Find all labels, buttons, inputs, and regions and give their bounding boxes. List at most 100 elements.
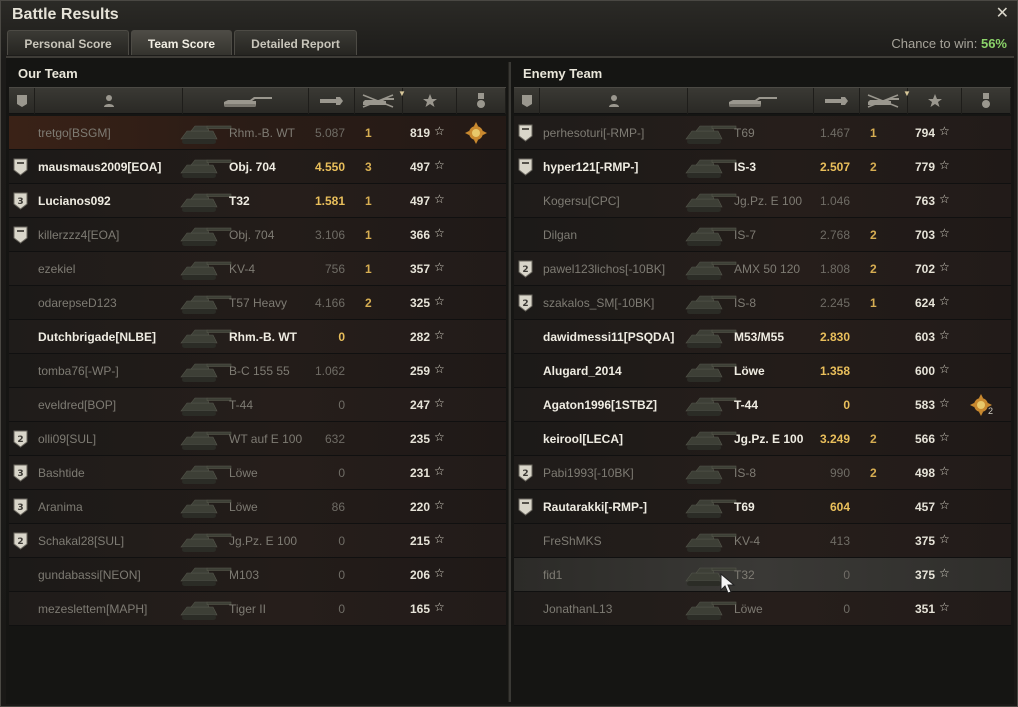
player-name[interactable]: killerzzz4[EOA] xyxy=(38,228,119,242)
player-row[interactable]: tretgo[BSGM] Rhm.-B. WT 5.087 1 819 ☆ xyxy=(9,116,506,150)
player-name[interactable]: eveldred[BOP] xyxy=(38,398,116,412)
rank-badge-icon: 3 xyxy=(13,498,28,516)
damage-icon xyxy=(824,95,849,107)
player-row[interactable]: mausmaus2009[EOA] Obj. 704 4.550 3 497 ☆ xyxy=(9,150,506,184)
player-name[interactable]: Schakal28[SUL] xyxy=(38,534,124,548)
damage-value: 0 xyxy=(338,398,345,412)
player-name[interactable]: szakalos_SM[-10BK] xyxy=(543,296,654,310)
player-name[interactable]: Agaton1996[1STBZ] xyxy=(543,398,657,412)
player-row[interactable]: Dilgan IS-7 2.768 2 703 ☆ xyxy=(514,218,1011,252)
tab-detailed-report[interactable]: Detailed Report xyxy=(234,30,357,55)
player-name[interactable]: tomba76[-WP-] xyxy=(38,364,119,378)
player-row[interactable]: Rautarakki[-RMP-] T69 604 457 ☆ xyxy=(514,490,1011,524)
column-header-vehicle[interactable] xyxy=(183,88,309,114)
our-team-rows: tretgo[BSGM] Rhm.-B. WT 5.087 1 819 ☆ mausmaus… xyxy=(9,116,506,626)
column-header-damage[interactable] xyxy=(309,88,355,114)
player-row[interactable]: FreShMKS KV-4 413 375 ☆ xyxy=(514,524,1011,558)
column-header-score[interactable] xyxy=(403,88,457,114)
player-name[interactable]: ezekiel xyxy=(38,262,75,276)
player-name[interactable]: fid1 xyxy=(543,568,562,582)
tab-team-score[interactable]: Team Score xyxy=(131,30,232,55)
player-row[interactable]: hyper121[-RMP-] IS-3 2.507 2 779 ☆ xyxy=(514,150,1011,184)
player-row[interactable]: Agaton1996[1STBZ] T-44 0 583 ☆ 2 xyxy=(514,388,1011,422)
column-header-kills[interactable] xyxy=(355,88,403,114)
player-name[interactable]: FreShMKS xyxy=(543,534,602,548)
player-name[interactable]: perhesoturi[-RMP-] xyxy=(543,126,644,140)
player-name[interactable]: dawidmessi11[PSQDA] xyxy=(543,330,674,344)
enemy-team-header: ▼ xyxy=(514,87,1011,114)
player-name[interactable]: olli09[SUL] xyxy=(38,432,96,446)
medal-icon[interactable] xyxy=(464,121,488,145)
star-icon: ☆ xyxy=(939,260,950,274)
player-name[interactable]: Kogersu[CPC] xyxy=(543,194,620,208)
player-row[interactable]: 2 szakalos_SM[-10BK] IS-8 2.245 1 624 ☆ xyxy=(514,286,1011,320)
damage-value: 0 xyxy=(843,602,850,616)
damage-value: 2.830 xyxy=(819,330,850,344)
player-name[interactable]: hyper121[-RMP-] xyxy=(543,160,638,174)
score-value: 325 xyxy=(409,296,430,310)
player-name[interactable]: Lucianos092 xyxy=(38,194,111,208)
player-name[interactable]: Aranima xyxy=(38,500,83,514)
medal-count: 2 xyxy=(988,406,994,416)
player-name[interactable]: odarepseD123 xyxy=(38,296,117,310)
column-header-kills[interactable] xyxy=(860,88,908,114)
damage-value: 990 xyxy=(829,466,850,480)
player-row[interactable]: Dutchbrigade[NLBE] Rhm.-B. WT 0 282 ☆ xyxy=(9,320,506,354)
player-name[interactable]: Rautarakki[-RMP-] xyxy=(543,500,647,514)
column-header-damage[interactable] xyxy=(814,88,860,114)
damage-value: 756 xyxy=(324,262,345,276)
player-row[interactable]: Kogersu[CPC] Jg.Pz. E 100 1.046 763 ☆ xyxy=(514,184,1011,218)
player-name[interactable]: Alugard_2014 xyxy=(543,364,622,378)
tab-personal-score[interactable]: Personal Score xyxy=(7,30,129,55)
player-row[interactable]: JonathanL13 Löwe 0 351 ☆ xyxy=(514,592,1011,626)
player-row[interactable]: eveldred[BOP] T-44 0 247 ☆ xyxy=(9,388,506,422)
player-name[interactable]: Dilgan xyxy=(543,228,577,242)
player-name[interactable]: gundabassi[NEON] xyxy=(38,568,141,582)
player-row[interactable]: 2 Pabi1993[-10BK] IS-8 990 2 498 ☆ xyxy=(514,456,1011,490)
player-row[interactable]: gundabassi[NEON] M103 0 206 ☆ xyxy=(9,558,506,592)
chance-label: Chance to win: xyxy=(891,36,978,51)
player-name[interactable]: JonathanL13 xyxy=(543,602,612,616)
player-name[interactable]: pawel123lichos[-10BK] xyxy=(543,262,665,276)
column-header-medal[interactable] xyxy=(962,88,1011,114)
player-name[interactable]: Dutchbrigade[NLBE] xyxy=(38,330,156,344)
column-header-rank[interactable] xyxy=(9,88,35,114)
player-row[interactable]: tomba76[-WP-] B-C 155 55 1.062 259 ☆ xyxy=(9,354,506,388)
player-row[interactable]: 2 olli09[SUL] WT auf E 100 632 235 ☆ xyxy=(9,422,506,456)
player-row[interactable]: perhesoturi[-RMP-] T69 1.467 1 794 ☆ xyxy=(514,116,1011,150)
player-name[interactable]: keirool[LECA] xyxy=(543,432,623,446)
kills-value: 2 xyxy=(870,160,877,174)
player-name[interactable]: Bashtide xyxy=(38,466,85,480)
player-row[interactable]: 2 pawel123lichos[-10BK] AMX 50 120 1.808 2 70… xyxy=(514,252,1011,286)
vehicle-name: B-C 155 55 xyxy=(229,364,290,378)
player-name[interactable]: mezeslettem[MAPH] xyxy=(38,602,147,616)
player-row[interactable]: 2 Schakal28[SUL] Jg.Pz. E 100 0 215 ☆ xyxy=(9,524,506,558)
player-row[interactable]: 3 Aranima Löwe 86 220 ☆ xyxy=(9,490,506,524)
column-header-rank[interactable] xyxy=(514,88,540,114)
score-value: 282 xyxy=(409,330,430,344)
player-name[interactable]: Pabi1993[-10BK] xyxy=(543,466,634,480)
player-row[interactable]: ezekiel KV-4 756 1 357 ☆ xyxy=(9,252,506,286)
player-name[interactable]: tretgo[BSGM] xyxy=(38,126,111,140)
column-header-medal[interactable] xyxy=(457,88,506,114)
kills-value: 1 xyxy=(365,228,372,242)
column-header-score[interactable] xyxy=(908,88,962,114)
close-icon[interactable]: ✕ xyxy=(996,4,1009,24)
player-row[interactable]: Alugard_2014 Löwe 1.358 600 ☆ xyxy=(514,354,1011,388)
player-row[interactable]: dawidmessi11[PSQDA] M53/M55 2.830 603 ☆ xyxy=(514,320,1011,354)
player-row[interactable]: 3 Bashtide Löwe 0 231 ☆ xyxy=(9,456,506,490)
player-row[interactable]: odarepseD123 T57 Heavy 4.166 2 325 ☆ xyxy=(9,286,506,320)
score-value: 457 xyxy=(914,500,935,514)
star-icon: ☆ xyxy=(434,566,445,580)
player-row[interactable]: mezeslettem[MAPH] Tiger II 0 165 ☆ xyxy=(9,592,506,626)
column-header-player[interactable] xyxy=(540,88,688,114)
column-header-vehicle[interactable] xyxy=(688,88,814,114)
vehicle-name: T57 Heavy xyxy=(229,296,288,310)
player-row[interactable]: 3 Lucianos092 T32 1.581 1 497 ☆ xyxy=(9,184,506,218)
medal-icon xyxy=(476,93,486,109)
player-row[interactable]: keirool[LECA] Jg.Pz. E 100 3.249 2 566 ☆ xyxy=(514,422,1011,456)
player-row[interactable]: fid1 T32 0 375 ☆ xyxy=(514,558,1011,592)
column-header-player[interactable] xyxy=(35,88,183,114)
player-row[interactable]: killerzzz4[EOA] Obj. 704 3.106 1 366 ☆ xyxy=(9,218,506,252)
player-name[interactable]: mausmaus2009[EOA] xyxy=(38,160,161,174)
